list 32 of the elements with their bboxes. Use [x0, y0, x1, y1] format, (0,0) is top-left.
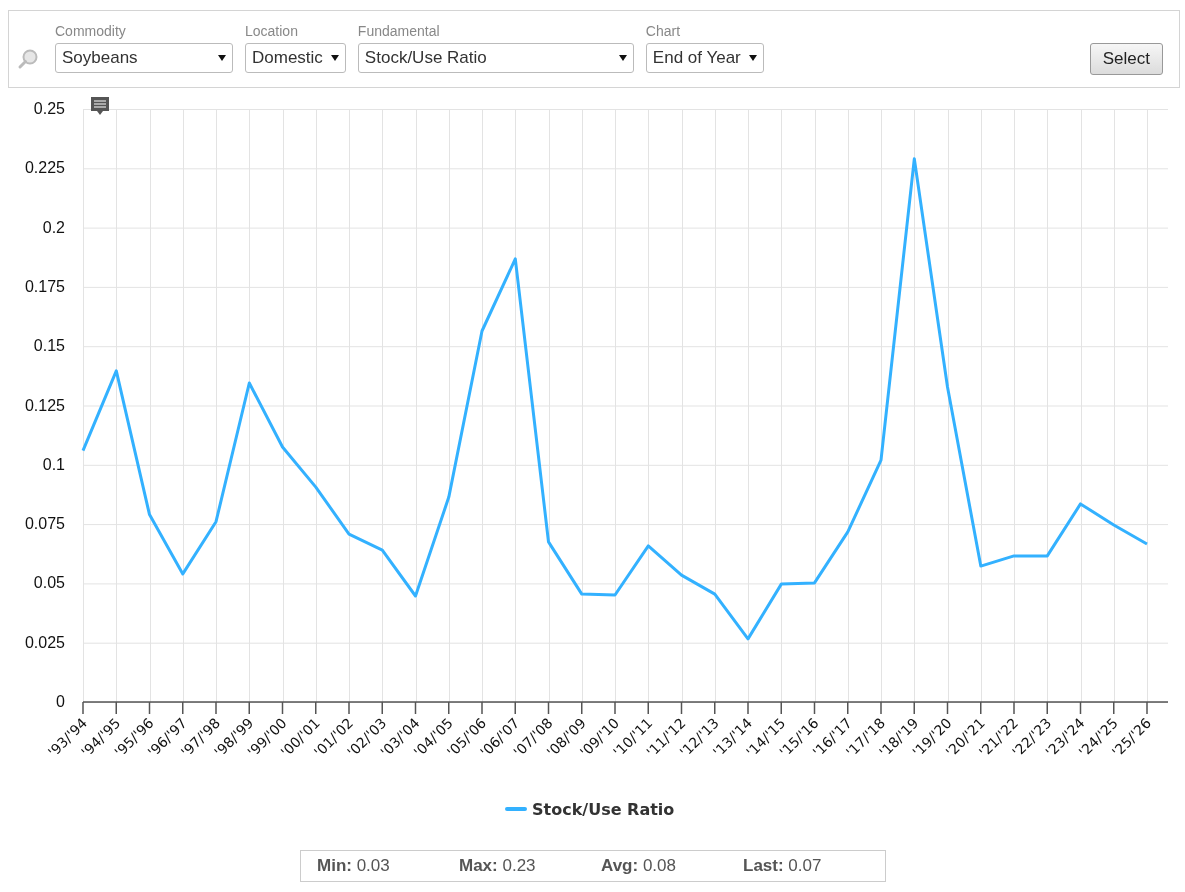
axis-label: 0.25	[33, 100, 65, 117]
select-button[interactable]: Select	[1089, 43, 1163, 75]
axis-label: 0.2	[42, 218, 65, 236]
caret-icon	[618, 55, 627, 61]
dropdown[interactable]: Stock/Use Ratio	[357, 43, 634, 73]
axis-label: 0.05	[33, 574, 65, 592]
axis-label: 0.175	[24, 277, 65, 295]
legend-label: Stock/Use Ratio	[532, 800, 675, 819]
field-label: Location	[245, 23, 299, 41]
stat-text: Last: 0.07	[743, 856, 823, 876]
caret-icon	[218, 55, 226, 61]
dropdown[interactable]: Domestic	[245, 43, 346, 73]
field-label: Chart	[645, 23, 682, 41]
axis-label: 0.025	[24, 633, 65, 651]
field-label: Commodity	[55, 23, 127, 41]
stat-text: Min: 0.03	[317, 856, 391, 876]
axis-label: 0.125	[24, 396, 65, 414]
axis-label: 0.1	[42, 455, 65, 473]
axis-label: 0	[56, 693, 65, 710]
dropdown[interactable]: Soybeans	[55, 43, 233, 73]
caret-icon	[748, 55, 757, 61]
comment-icon	[91, 97, 109, 115]
axis-label: 0.15	[33, 337, 65, 355]
stat-text: Max: 0.23	[459, 856, 537, 876]
axis-label: 0.075	[24, 515, 65, 533]
stat-text: Avg: 0.08	[601, 856, 677, 876]
legend-item: Stock/Use Ratio	[505, 800, 675, 819]
caret-icon	[330, 55, 339, 61]
axis-label: 0.225	[24, 159, 65, 177]
search-icon	[17, 48, 39, 70]
dropdown[interactable]: End of Year	[645, 43, 764, 73]
field-label: Fundamental	[357, 23, 441, 41]
